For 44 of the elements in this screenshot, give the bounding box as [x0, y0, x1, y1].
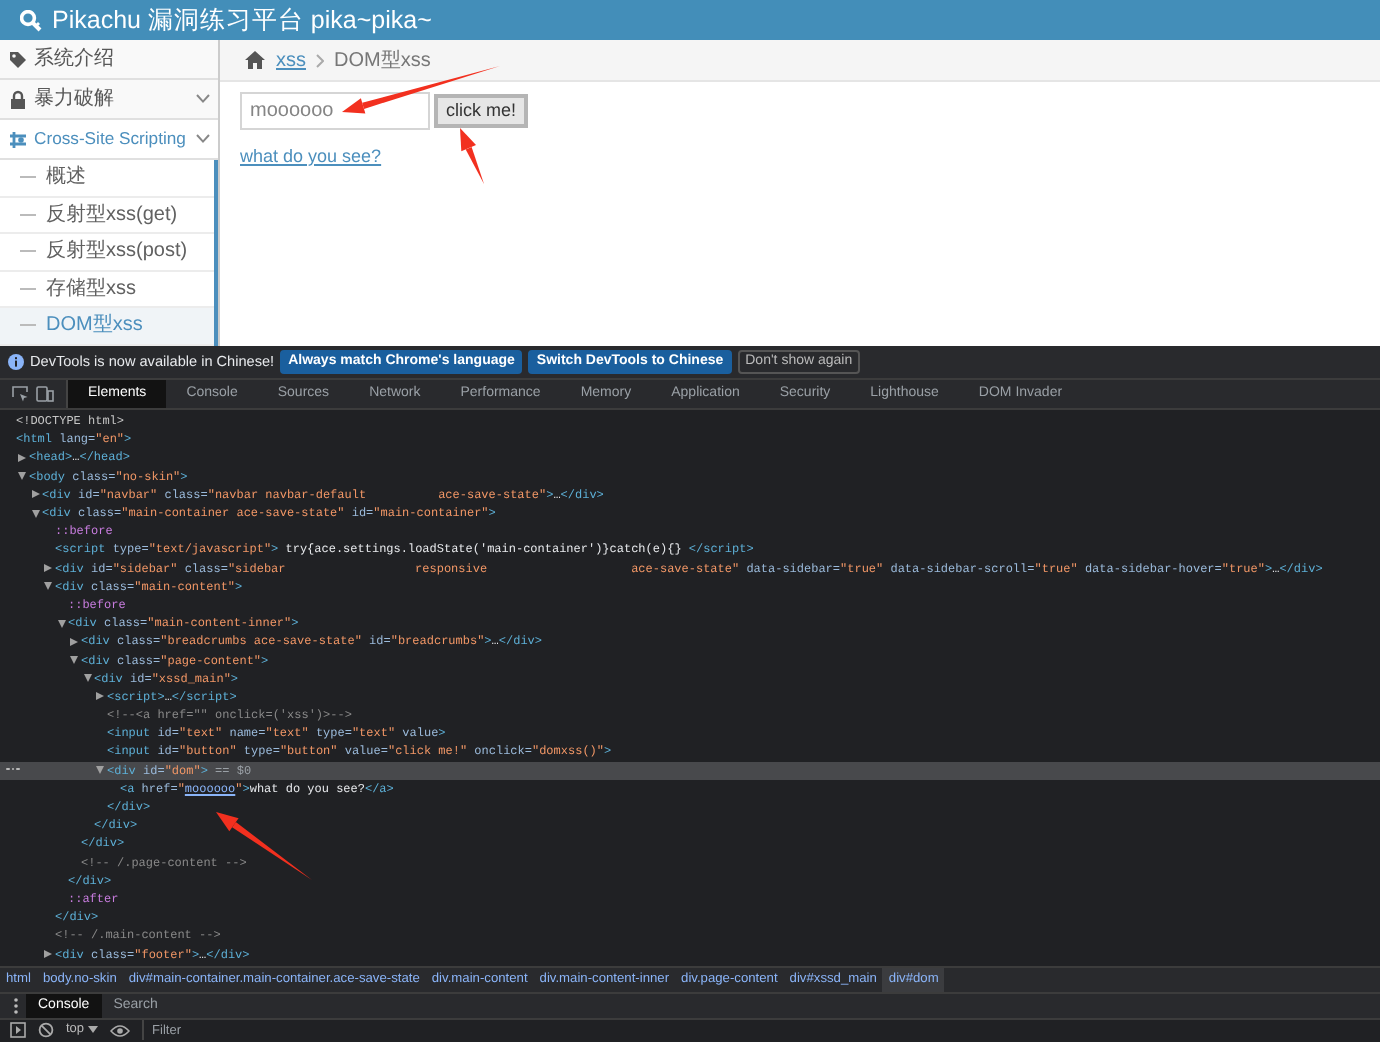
inspect-icon[interactable]: [12, 386, 28, 402]
annotation-arrow: [216, 812, 312, 880]
sidebar-item[interactable]: 暴力破解: [0, 80, 218, 120]
sidebar-toggle-icon[interactable]: [10, 1022, 26, 1038]
sidebar-item[interactable]: Cross-Site Scripting: [0, 120, 218, 160]
lock-icon: [8, 89, 28, 109]
sidebar-label: 暴力破解: [34, 85, 116, 114]
collapsed-triangle-icon[interactable]: [44, 564, 52, 573]
expanded-triangle-icon[interactable]: [18, 472, 26, 481]
collapsed-triangle-icon[interactable]: [31, 490, 39, 499]
expanded-triangle-icon[interactable]: [96, 766, 104, 775]
home-icon[interactable]: [244, 50, 266, 70]
expanded-triangle-icon[interactable]: [57, 619, 65, 628]
sidebar-item[interactable]: 系统介绍: [0, 40, 218, 80]
expanded-triangle-icon[interactable]: [70, 656, 78, 665]
sidebar-label: Cross-Site Scripting: [34, 126, 188, 152]
result-link[interactable]: what do you see?: [240, 144, 382, 171]
annotation-arrow: [460, 128, 484, 184]
dropdown-caret-icon: [88, 1026, 99, 1034]
chevron-right-icon: [316, 53, 324, 67]
collapsed-triangle-icon[interactable]: [96, 692, 104, 701]
submenu-item[interactable]: 概述: [46, 162, 86, 193]
text-input[interactable]: moooooo: [240, 92, 430, 130]
collapsed-triangle-icon[interactable]: [18, 453, 26, 462]
collapsed-triangle-icon[interactable]: [44, 950, 52, 959]
sidebar-label: 系统介绍: [34, 45, 116, 74]
expanded-triangle-icon[interactable]: [44, 582, 52, 591]
tag-icon: [8, 49, 28, 69]
submenu-item[interactable]: 存储型xss: [46, 273, 136, 304]
chevron-down-icon: [196, 94, 210, 104]
code-icon: [8, 129, 28, 149]
breadcrumb-current: DOM型xss: [334, 47, 431, 75]
click-button[interactable]: click me!: [434, 94, 529, 128]
expanded-triangle-icon[interactable]: [83, 674, 91, 683]
expanded-triangle-icon[interactable]: [31, 509, 39, 518]
eye-icon[interactable]: [110, 1023, 131, 1037]
chevron-down-icon: [196, 134, 210, 144]
submenu-item[interactable]: 反射型xss(post): [46, 236, 188, 267]
collapsed-triangle-icon[interactable]: [70, 637, 78, 646]
app-title: Pikachu 漏洞练习平台 pika~pika~: [52, 3, 432, 38]
device-icon[interactable]: [36, 386, 54, 402]
clear-icon[interactable]: [38, 1022, 54, 1038]
info-icon: [8, 354, 24, 370]
submenu-item[interactable]: 反射型xss(get): [46, 199, 178, 230]
